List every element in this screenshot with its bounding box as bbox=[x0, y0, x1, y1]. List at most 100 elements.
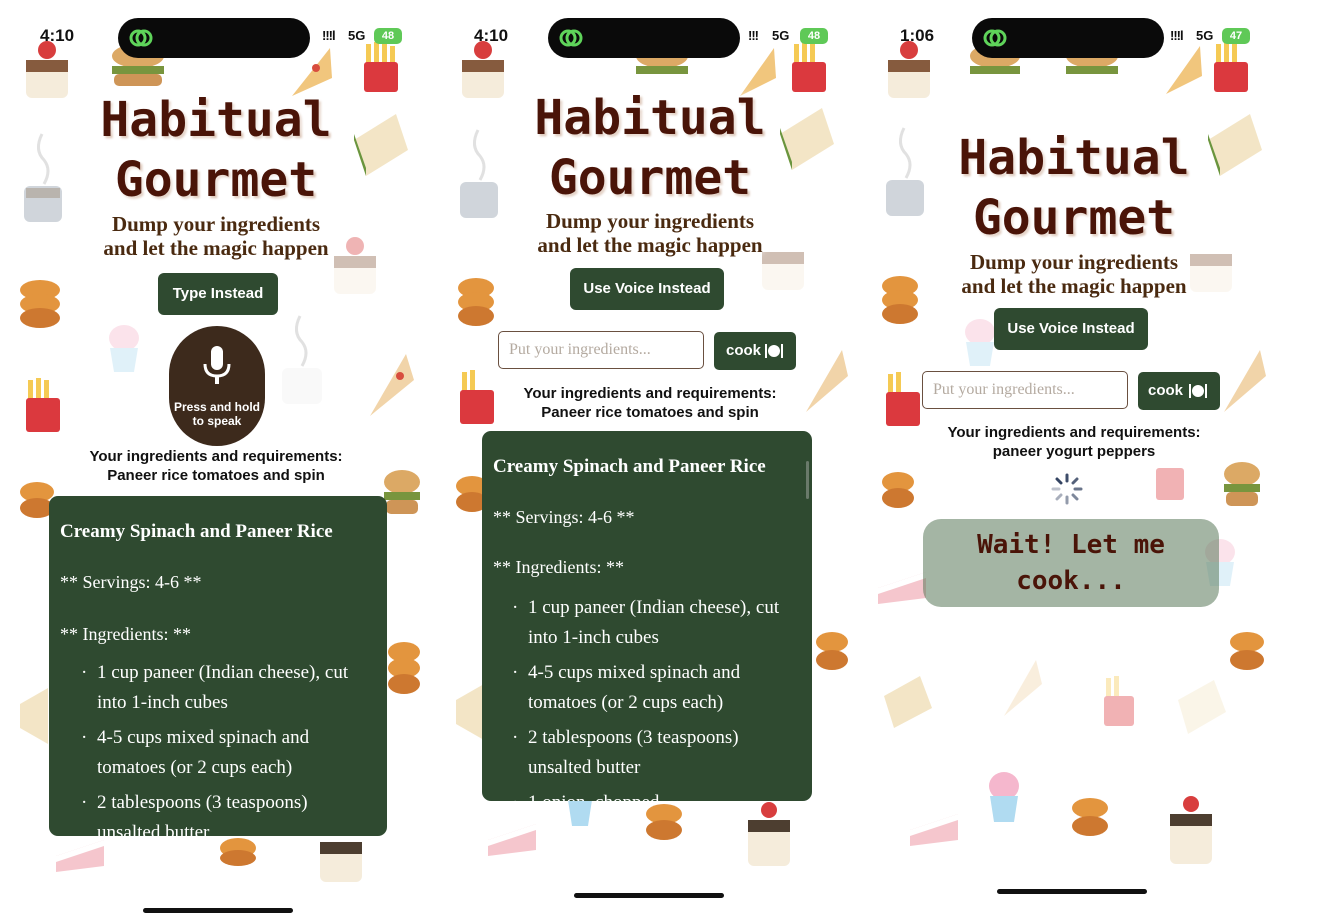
phone-screen-voice: 4:10 !!!l 5G 48 Habitual Gourmet Dump yo… bbox=[0, 0, 432, 914]
app-title-line1: Habitual bbox=[534, 90, 766, 146]
cake-slice-icon bbox=[910, 814, 958, 846]
ingredients-input[interactable]: Put your ingredients... bbox=[922, 371, 1128, 409]
loading-message-line1: Wait! Let me bbox=[977, 530, 1165, 560]
fries-icon bbox=[1156, 468, 1184, 500]
subtitle-line2: and let the magic happen bbox=[961, 274, 1187, 298]
ingredient-item: 2 tablespoons (3 teaspoons) unsalted but… bbox=[61, 788, 361, 836]
cupcake-icon bbox=[568, 800, 592, 826]
recipe-card[interactable]: Creamy Spinach and Paneer Rice ** Servin… bbox=[482, 431, 812, 801]
app-link-icon bbox=[559, 29, 583, 47]
ingredient-item: 1 cup paneer (Indian cheese), cut into 1… bbox=[492, 593, 792, 653]
subtitle-line1: Dump your ingredients bbox=[545, 209, 755, 233]
cook-button[interactable]: cook bbox=[714, 332, 796, 370]
cake-slice-icon bbox=[878, 572, 926, 604]
pizza-icon bbox=[1224, 350, 1266, 412]
requirements-label: Your ingredients and requirements: bbox=[947, 424, 1201, 441]
network-label: 5G bbox=[772, 28, 790, 43]
fries-icon bbox=[1104, 676, 1134, 726]
ingredient-item: 2 tablespoons (3 teaspoons) unsalted but… bbox=[492, 723, 792, 783]
ingredients-input[interactable]: Put your ingredients... bbox=[498, 331, 704, 369]
recipe-card[interactable]: Creamy Spinach and Paneer Rice ** Servin… bbox=[49, 496, 387, 836]
mic-label-line2: to speak bbox=[192, 414, 242, 428]
app-link-icon bbox=[129, 29, 153, 47]
recipe-servings: ** Servings: 4-6 ** bbox=[60, 572, 202, 592]
mic-label-line1: Press and hold bbox=[173, 400, 261, 414]
ingredient-list: 1 cup paneer (Indian cheese), cut into 1… bbox=[61, 658, 361, 836]
cook-button[interactable]: cook bbox=[1138, 372, 1220, 410]
recipe-ingredients-heading: ** Ingredients: ** bbox=[60, 624, 191, 644]
subtitle-line1: Dump your ingredients bbox=[969, 250, 1179, 274]
status-bar: 4:10 !!! 5G 48 bbox=[434, 18, 866, 58]
battery-icon: 48 bbox=[374, 28, 402, 44]
recipe-ingredients-heading: ** Ingredients: ** bbox=[493, 557, 624, 577]
ingredient-item: 4-5 cups mixed spinach and tomatoes (or … bbox=[492, 658, 792, 718]
use-voice-instead-button[interactable]: Use Voice Instead bbox=[570, 268, 724, 310]
pizza-icon bbox=[1004, 660, 1042, 716]
status-bar: 4:10 !!!l 5G 48 bbox=[0, 18, 432, 58]
coffee-icon bbox=[282, 315, 322, 404]
recipe-title: Creamy Spinach and Paneer Rice bbox=[493, 456, 766, 477]
use-voice-instead-button[interactable]: Use Voice Instead bbox=[994, 308, 1148, 350]
pancake-icon bbox=[20, 280, 60, 328]
phone-screen-text-recipe: 4:10 !!! 5G 48 Habitual Gourmet Dump you… bbox=[434, 0, 866, 914]
signal-icon: !!!l bbox=[322, 28, 336, 43]
signal-icon: !!! bbox=[748, 28, 759, 43]
loading-message-line2: cook... bbox=[1016, 566, 1126, 596]
subtitle-line1: Dump your ingredients bbox=[111, 212, 321, 236]
requirements-value: Paneer rice tomatoes and spin bbox=[107, 467, 325, 484]
app-title-line1: Habitual bbox=[958, 130, 1190, 186]
type-instead-button[interactable]: Type Instead bbox=[158, 273, 278, 315]
phone-screen-loading: 1:06 !!!l 5G 47 Habitual Gourmet Dump yo… bbox=[864, 0, 1304, 914]
plate-utensils-icon bbox=[1189, 384, 1207, 398]
microphone-icon bbox=[203, 346, 231, 384]
home-indicator[interactable] bbox=[574, 893, 724, 898]
mic-label: Press and hold to speak bbox=[169, 400, 265, 428]
loading-message: Wait! Let me cook... bbox=[923, 519, 1219, 607]
app-title-line2: Gourmet bbox=[114, 152, 318, 208]
pancake-icon bbox=[1072, 798, 1108, 836]
pancake-icon bbox=[646, 804, 682, 840]
fries-icon bbox=[26, 378, 60, 432]
sandwich-icon bbox=[20, 688, 48, 744]
requirements-value: paneer yogurt peppers bbox=[992, 443, 1156, 460]
pancake-icon bbox=[882, 472, 914, 508]
cake-icon bbox=[1170, 796, 1212, 864]
cook-label: cook bbox=[726, 342, 762, 359]
status-time: 4:10 bbox=[40, 26, 75, 45]
sandwich-icon bbox=[1178, 680, 1226, 734]
requirements-label: Your ingredients and requirements: bbox=[523, 385, 777, 402]
status-time: 4:10 bbox=[474, 26, 509, 45]
home-indicator[interactable] bbox=[997, 889, 1147, 894]
network-label: 5G bbox=[1196, 28, 1214, 43]
loading-spinner-icon bbox=[1051, 473, 1083, 505]
cook-label: cook bbox=[1148, 382, 1184, 399]
burger-icon bbox=[1224, 462, 1260, 506]
pizza-icon bbox=[370, 354, 414, 416]
pancake-icon bbox=[816, 632, 848, 670]
battery-icon: 47 bbox=[1222, 28, 1250, 44]
app-title-line2: Gourmet bbox=[548, 150, 752, 206]
dynamic-island bbox=[972, 18, 1164, 58]
app-title-line2: Gourmet bbox=[972, 190, 1176, 246]
requirements-value: Paneer rice tomatoes and spin bbox=[541, 404, 759, 421]
app-link-icon bbox=[983, 29, 1007, 47]
scrollbar[interactable] bbox=[806, 461, 809, 499]
plate-utensils-icon bbox=[765, 344, 783, 358]
pancake-icon bbox=[458, 278, 494, 326]
ingredient-item: 4-5 cups mixed spinach and tomatoes (or … bbox=[61, 723, 361, 783]
subtitle-line2: and let the magic happen bbox=[537, 233, 763, 257]
app-title-line1: Habitual bbox=[100, 92, 332, 148]
home-indicator[interactable] bbox=[143, 908, 293, 913]
requirements-label: Your ingredients and requirements: bbox=[89, 448, 343, 465]
sandwich-icon bbox=[884, 676, 932, 728]
pancake-icon bbox=[220, 838, 256, 866]
ingredient-item: 1 cup paneer (Indian cheese), cut into 1… bbox=[61, 658, 361, 718]
press-to-speak-button[interactable]: Press and hold to speak bbox=[169, 326, 265, 446]
cupcake-icon bbox=[109, 325, 139, 372]
pancake-icon bbox=[1230, 632, 1264, 670]
network-label: 5G bbox=[348, 28, 366, 43]
status-bar: 1:06 !!!l 5G 47 bbox=[864, 18, 1304, 58]
ingredient-list: 1 cup paneer (Indian cheese), cut into 1… bbox=[492, 593, 792, 801]
subtitle-line2: and let the magic happen bbox=[103, 236, 329, 260]
recipe-servings: ** Servings: 4-6 ** bbox=[493, 507, 635, 527]
